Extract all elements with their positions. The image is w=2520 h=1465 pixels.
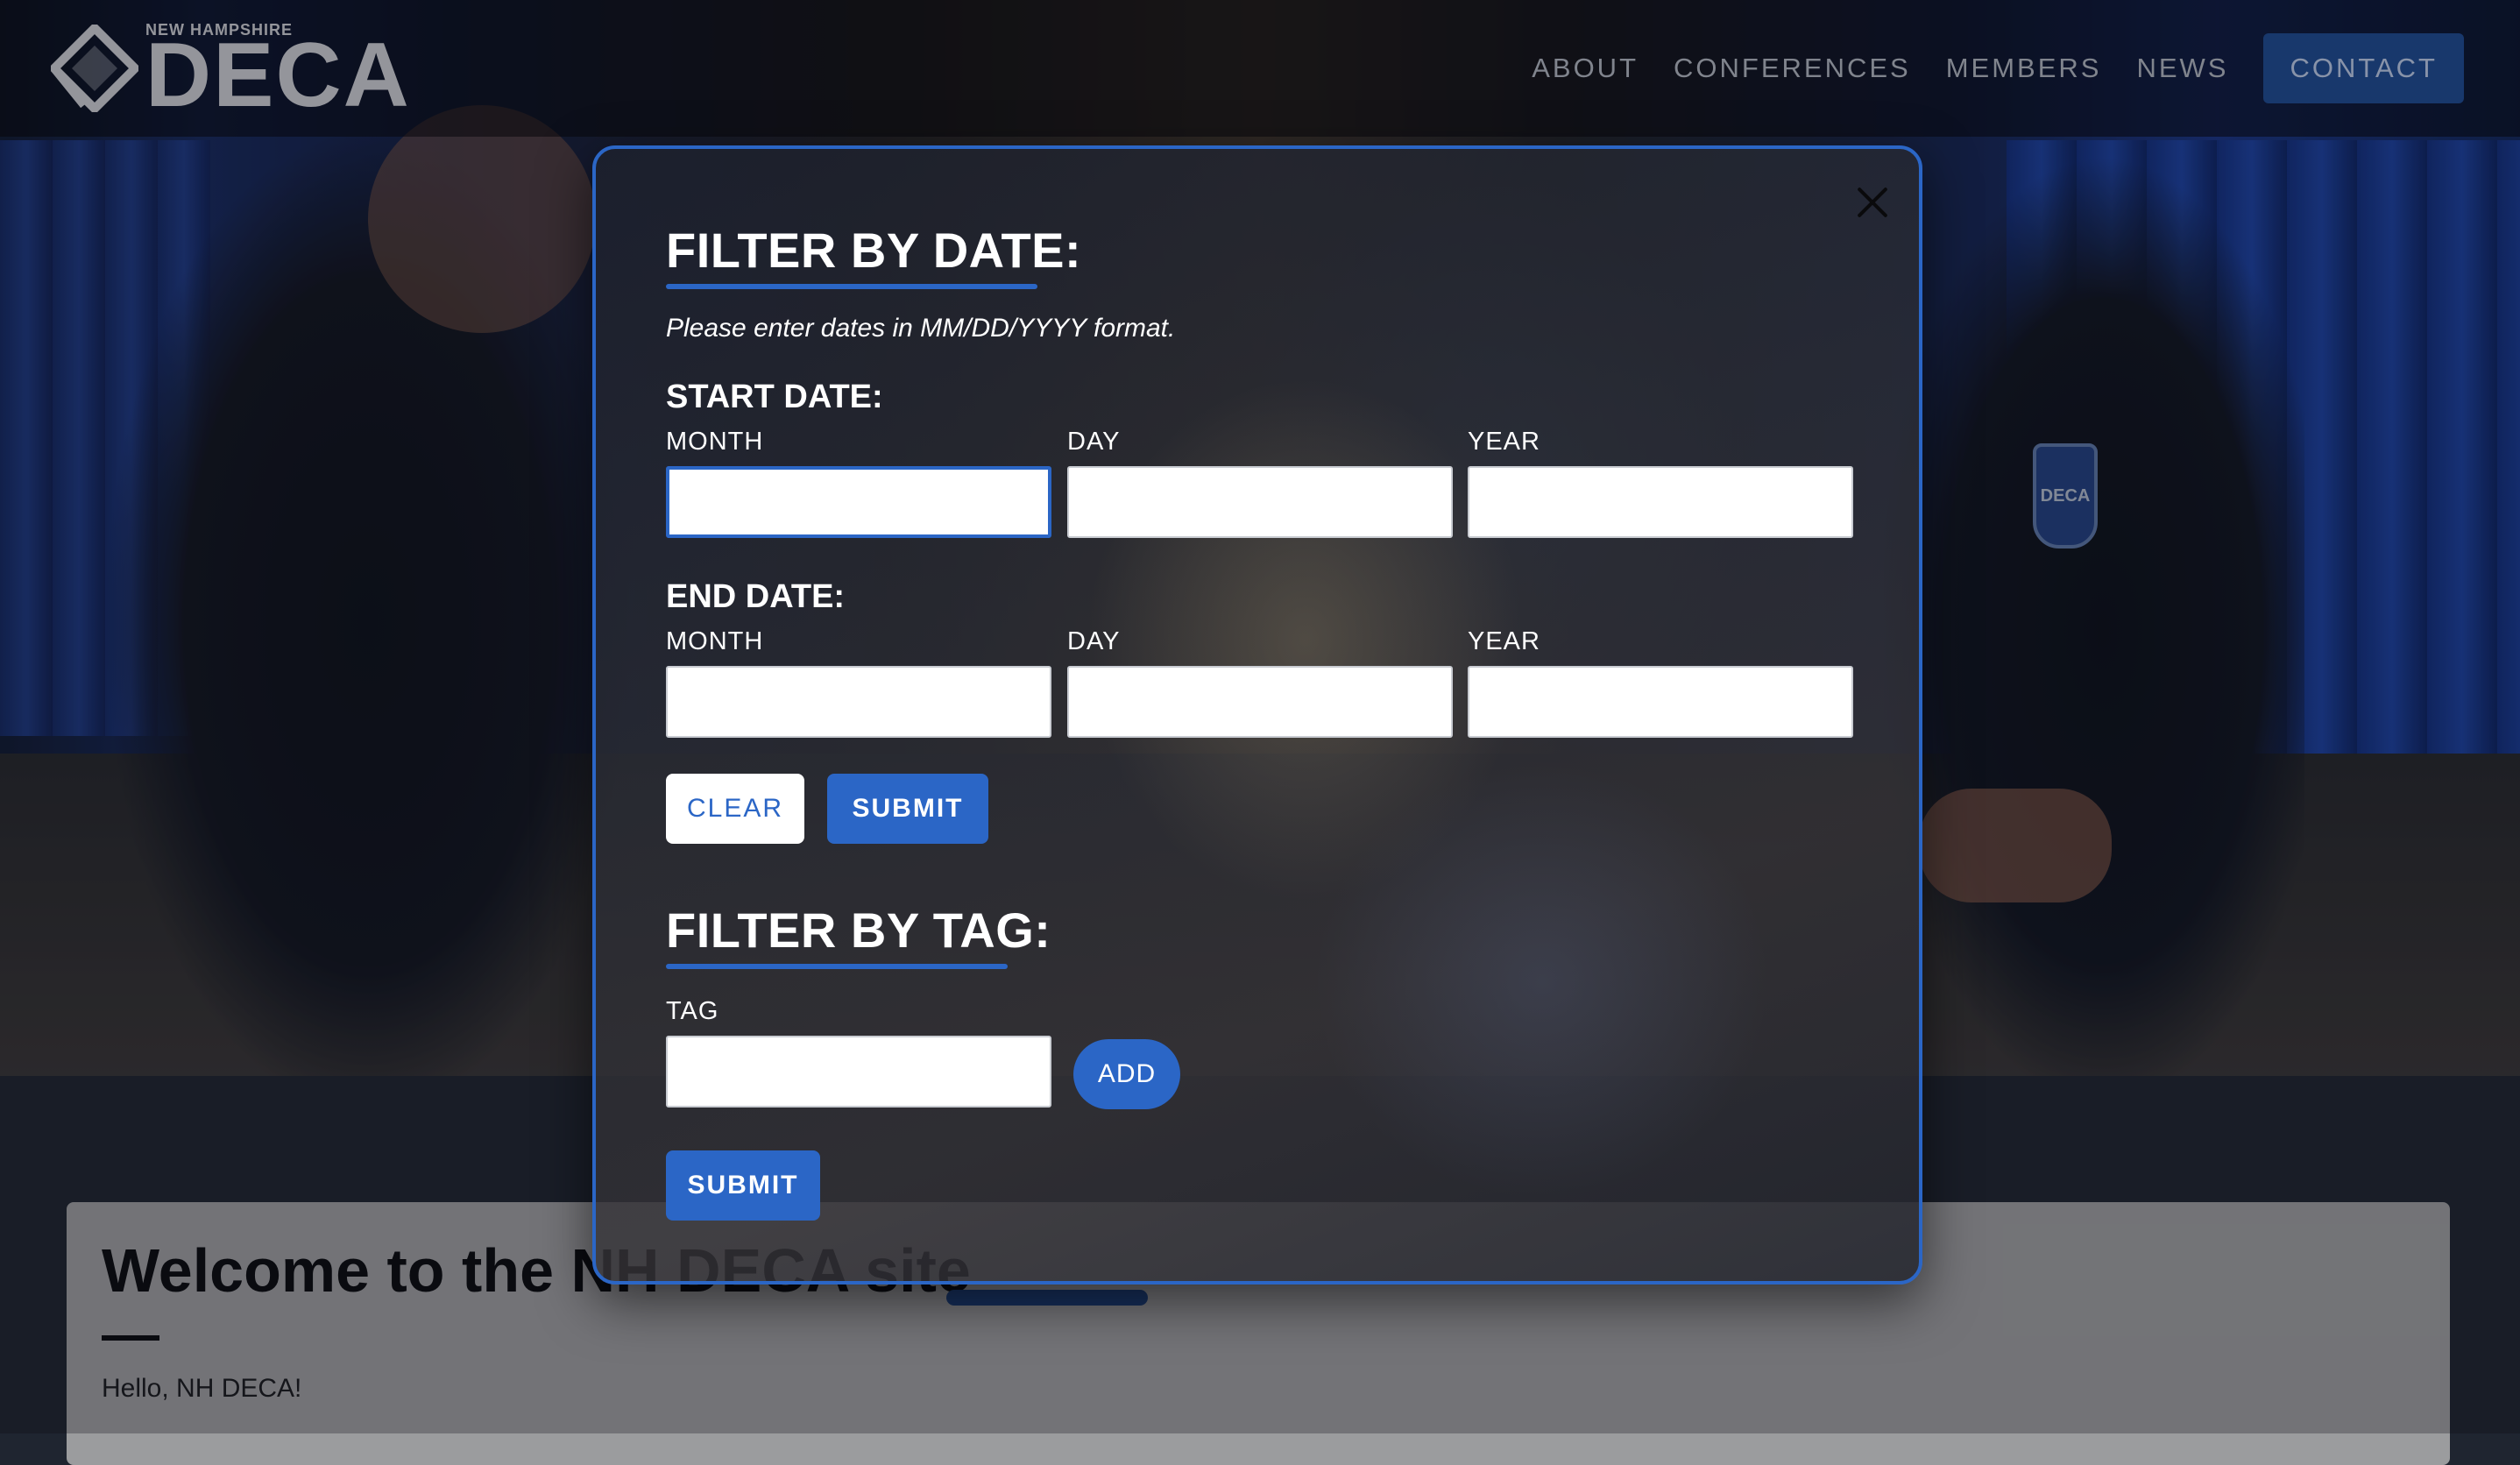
add-tag-button[interactable]: ADD <box>1073 1039 1180 1109</box>
filter-modal: FILTER BY DATE: Please enter dates in MM… <box>592 145 1922 1285</box>
filter-date-heading: FILTER BY DATE: <box>666 223 1082 278</box>
start-month-label: MONTH <box>666 428 764 456</box>
tag-input[interactable] <box>666 1036 1051 1108</box>
close-icon[interactable] <box>1852 182 1893 223</box>
date-format-note: Please enter dates in MM/DD/YYYY format. <box>666 314 1176 343</box>
end-month-label: MONTH <box>666 627 764 655</box>
tag-submit-button[interactable]: SUBMIT <box>666 1150 820 1221</box>
end-month-input[interactable] <box>666 666 1051 738</box>
start-day-input[interactable] <box>1067 466 1453 538</box>
end-day-input[interactable] <box>1067 666 1453 738</box>
end-day-label: DAY <box>1067 627 1121 655</box>
clear-button[interactable]: CLEAR <box>666 774 804 844</box>
end-date-label: END DATE: <box>666 578 846 615</box>
start-month-input[interactable] <box>666 466 1051 538</box>
start-date-label: START DATE: <box>666 379 883 415</box>
end-year-label: YEAR <box>1468 627 1540 655</box>
tag-label: TAG <box>666 997 719 1025</box>
filter-tag-heading: FILTER BY TAG: <box>666 902 1051 958</box>
end-year-input[interactable] <box>1468 666 1853 738</box>
start-year-input[interactable] <box>1468 466 1853 538</box>
start-day-label: DAY <box>1067 428 1121 456</box>
date-submit-button[interactable]: SUBMIT <box>827 774 988 844</box>
start-year-label: YEAR <box>1468 428 1540 456</box>
filter-date-underline <box>666 284 1037 289</box>
filter-tag-underline <box>666 964 1008 969</box>
